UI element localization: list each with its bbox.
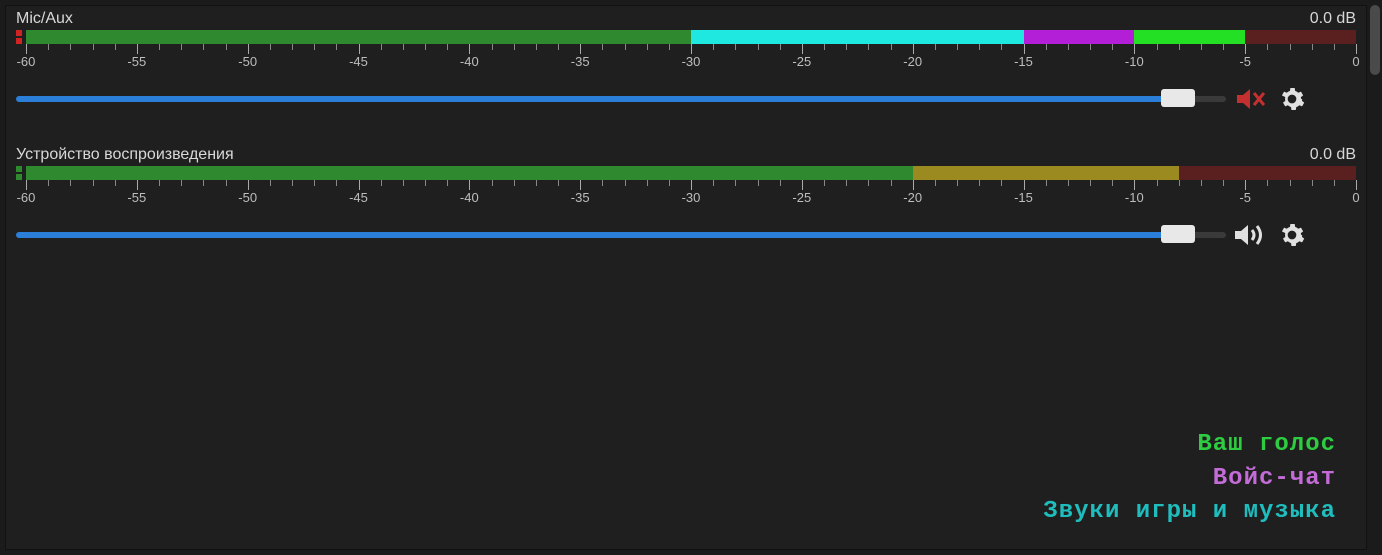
tick-label: -10 xyxy=(1125,190,1144,205)
meter-segment xyxy=(1134,30,1245,44)
legend-item: Войс-чат xyxy=(1043,462,1336,496)
legend-item: Звуки игры и музыка xyxy=(1043,495,1336,529)
meter-segment xyxy=(26,30,691,44)
source-name: Mic/Aux xyxy=(16,10,73,28)
mute-icon[interactable] xyxy=(1232,84,1268,114)
tick-label: -15 xyxy=(1014,190,1033,205)
peak-indicator xyxy=(16,166,22,180)
tick-label: -60 xyxy=(17,54,36,69)
tick-label: -55 xyxy=(127,54,146,69)
meter-segment xyxy=(1179,166,1356,180)
tick-label: -15 xyxy=(1014,54,1033,69)
tick-label: -25 xyxy=(792,190,811,205)
tick-label: -45 xyxy=(349,54,368,69)
tick-label: -40 xyxy=(460,190,479,205)
tick-label: -5 xyxy=(1239,190,1251,205)
volume-slider[interactable] xyxy=(16,95,1226,103)
meter-segment xyxy=(26,166,913,180)
tick-label: 0 xyxy=(1352,190,1359,205)
tick-label: -45 xyxy=(349,190,368,205)
peak-indicator xyxy=(16,30,22,44)
meter-segment xyxy=(1024,30,1135,44)
tick-label: -5 xyxy=(1239,54,1251,69)
meter-segment xyxy=(913,166,1179,180)
tick-label: -40 xyxy=(460,54,479,69)
tick-label: -25 xyxy=(792,54,811,69)
tick-label: -30 xyxy=(682,54,701,69)
tick-label: -30 xyxy=(682,190,701,205)
tick-label: -60 xyxy=(17,190,36,205)
meter-segment xyxy=(691,30,1024,44)
scale-ticks: -60-55-50-45-40-35-30-25-20-15-10-50 xyxy=(26,180,1356,206)
slider-thumb[interactable] xyxy=(1161,89,1195,107)
db-readout: 0.0 dB xyxy=(1310,146,1356,164)
tick-label: -50 xyxy=(238,54,257,69)
tick-label: -35 xyxy=(571,54,590,69)
legend-item: Ваш голос xyxy=(1043,428,1336,462)
scale-ticks: -60-55-50-45-40-35-30-25-20-15-10-50 xyxy=(26,44,1356,70)
tick-label: -10 xyxy=(1125,54,1144,69)
level-meter xyxy=(26,166,1356,180)
tick-label: -50 xyxy=(238,190,257,205)
source-name: Устройство воспроизведения xyxy=(16,146,234,164)
mixer-source: Устройство воспроизведения 0.0 dB -60 -55 -5… xyxy=(16,114,1356,250)
slider-thumb[interactable] xyxy=(1161,225,1195,243)
tick-label: -55 xyxy=(127,190,146,205)
db-readout: 0.0 dB xyxy=(1310,10,1356,28)
meter-segment xyxy=(1245,30,1356,44)
tick-label: 0 xyxy=(1352,54,1359,69)
scrollbar-thumb[interactable] xyxy=(1370,5,1380,75)
gear-icon[interactable] xyxy=(1274,84,1310,114)
tick-label: -35 xyxy=(571,190,590,205)
audio-mixer-panel: Mic/Aux0.0 dB-60-55-50-45-40-35-30-25-20… xyxy=(5,5,1367,550)
gear-icon[interactable] xyxy=(1274,220,1310,250)
legend: Ваш голосВойс-чатЗвуки игры и музыка xyxy=(1043,428,1336,529)
tick-label: -20 xyxy=(903,54,922,69)
tick-label: -20 xyxy=(903,190,922,205)
speaker-icon[interactable] xyxy=(1232,220,1268,250)
volume-slider[interactable] xyxy=(16,231,1226,239)
level-meter xyxy=(26,30,1356,44)
mixer-source: Mic/Aux0.0 dB-60-55-50-45-40-35-30-25-20… xyxy=(16,6,1356,114)
